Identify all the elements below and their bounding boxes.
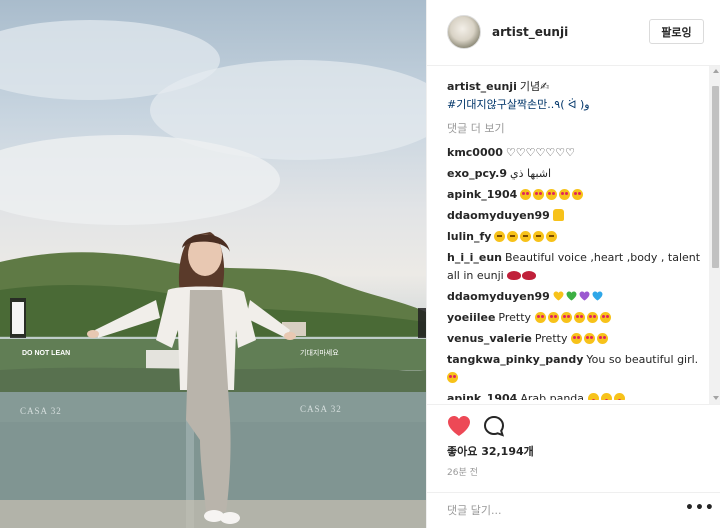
scrollbar-thumb[interactable] [712, 86, 719, 268]
comment-row: lulin_fy [447, 228, 709, 246]
comments-list[interactable]: artist_eunji 기념✍ #기대지않구살짝손만..٩( ᐛ )و 댓글 더… [447, 78, 709, 400]
comment-text: You so beautiful girl. [586, 353, 699, 366]
following-button[interactable]: 팔로잉 [649, 19, 704, 44]
comment-username[interactable]: tangkwa_pinky_pandy [447, 353, 583, 366]
comment-username[interactable]: apink_1904 [447, 188, 517, 201]
heart-blue-emoji-icon [592, 291, 603, 301]
more-options-icon[interactable]: ••• [685, 500, 715, 516]
comment-text: Pretty [498, 311, 532, 324]
comment-row: ddaomyduyen99 [447, 288, 709, 306]
caption: artist_eunji 기념✍ #기대지않구살짝손만..٩( ᐛ )و [447, 78, 709, 114]
scroll-down-arrow-icon[interactable] [713, 396, 719, 400]
heart-eyes-emoji-icon [573, 312, 585, 323]
post-timestamp[interactable]: 26분 전 [447, 465, 478, 478]
post-photo[interactable]: DO NOT LEAN 기대지마세요 CASA 32 CASA 32 [0, 0, 426, 528]
caption-text: 기념✍ [519, 80, 550, 93]
comment-username[interactable]: venus_valerie [447, 332, 532, 345]
header-username[interactable]: artist_eunji [492, 25, 568, 39]
yum-emoji-icon [613, 393, 625, 400]
heart-eyes-emoji-icon [559, 189, 571, 200]
comment-row: yoeiilee Pretty [447, 309, 709, 327]
heart-eyes-emoji-icon [570, 333, 582, 344]
heart-purple-emoji-icon [579, 291, 590, 301]
comment-text: Pretty [534, 332, 568, 345]
caption-username[interactable]: artist_eunji [447, 80, 517, 93]
comment-row: kmc0000 ♡♡♡♡♡♡♡ [447, 144, 709, 162]
sweat-emoji-icon [546, 231, 558, 242]
yum-emoji-icon [600, 393, 612, 400]
heart-eyes-emoji-icon [596, 333, 608, 344]
comment-bubble-icon[interactable] [483, 415, 505, 437]
heart-eyes-emoji-icon [583, 333, 595, 344]
yum-emoji-icon [587, 393, 599, 400]
brand-logo-left: CASA 32 [20, 406, 62, 416]
sweat-emoji-icon [507, 231, 519, 242]
comment-username[interactable]: lulin_fy [447, 230, 491, 243]
comment-row: exo_pcy.9 اشبها ذي [447, 165, 709, 183]
comment-username[interactable]: ddaomyduyen99 [447, 209, 550, 222]
comment-input[interactable] [447, 501, 667, 519]
heart-eyes-emoji-icon [520, 189, 532, 200]
lips-emoji-icon [507, 271, 522, 280]
post-header: artist_eunji 팔로잉 [427, 0, 720, 66]
heart-eyes-emoji-icon [534, 312, 546, 323]
heart-icon[interactable] [447, 415, 471, 437]
comment-username[interactable]: h_i_i_eun [447, 251, 502, 264]
likes-count[interactable]: 좋아요 32,194개 [447, 443, 534, 459]
heart-eyes-emoji-icon [560, 312, 572, 323]
load-more-comments-link[interactable]: 댓글 더 보기 [447, 120, 709, 136]
sign-do-not-lean: DO NOT LEAN [22, 350, 71, 357]
heart-eyes-emoji-icon [533, 189, 545, 200]
comment-username[interactable]: apink_1904 [447, 392, 517, 400]
avatar[interactable] [447, 15, 481, 49]
comment-text: ♡♡♡♡♡♡♡ [505, 146, 575, 159]
scroll-up-arrow-icon[interactable] [713, 69, 719, 73]
sweat-emoji-icon [520, 231, 532, 242]
lips-emoji-icon [522, 271, 537, 280]
heart-eyes-emoji-icon [447, 372, 458, 383]
comment-username[interactable]: kmc0000 [447, 146, 503, 159]
comment-row: venus_valerie Pretty [447, 330, 709, 348]
comment-username[interactable]: ddaomyduyen99 [447, 290, 550, 303]
brand-logo-right: CASA 32 [300, 404, 342, 414]
comment-row: ddaomyduyen99 [447, 207, 709, 225]
heart-green-emoji-icon [566, 291, 577, 301]
comment-row: tangkwa_pinky_pandy You so beautiful girl… [447, 351, 709, 387]
comment-row: apink_1904 Arab panda [447, 390, 709, 400]
heart-eyes-emoji-icon [546, 189, 558, 200]
comment-username[interactable]: yoeiilee [447, 311, 495, 324]
comment-username[interactable]: exo_pcy.9 [447, 167, 507, 180]
comment-row: h_i_i_eun Beautiful voice ,heart ,body , … [447, 249, 709, 285]
comment-text: اشبها ذي [510, 167, 552, 180]
heart-eyes-emoji-icon [599, 312, 611, 323]
photo-scene [0, 20, 426, 528]
comment-text: Arab panda [520, 392, 585, 400]
post-actions: 좋아요 32,194개 26분 전 ••• [427, 404, 720, 524]
add-comment-bar: ••• [427, 492, 720, 526]
heart-yellow-emoji-icon [553, 291, 564, 301]
post-details-panel: artist_eunji 팔로잉 artist_eunji 기념✍ #기대지않구살… [426, 0, 720, 528]
thumb-emoji-icon [552, 209, 564, 221]
sweat-emoji-icon [494, 231, 506, 242]
sign-korean: 기대지마세요 [300, 349, 339, 357]
heart-eyes-emoji-icon [586, 312, 598, 323]
sweat-emoji-icon [533, 231, 545, 242]
heart-eyes-emoji-icon [572, 189, 584, 200]
comment-row: apink_1904 [447, 186, 709, 204]
caption-hashtag[interactable]: #기대지않구살짝손만..٩( ᐛ )و [447, 98, 590, 111]
heart-eyes-emoji-icon [547, 312, 559, 323]
comment-rows: kmc0000 ♡♡♡♡♡♡♡ exo_pcy.9 اشبها ذي apink_1… [447, 144, 709, 400]
